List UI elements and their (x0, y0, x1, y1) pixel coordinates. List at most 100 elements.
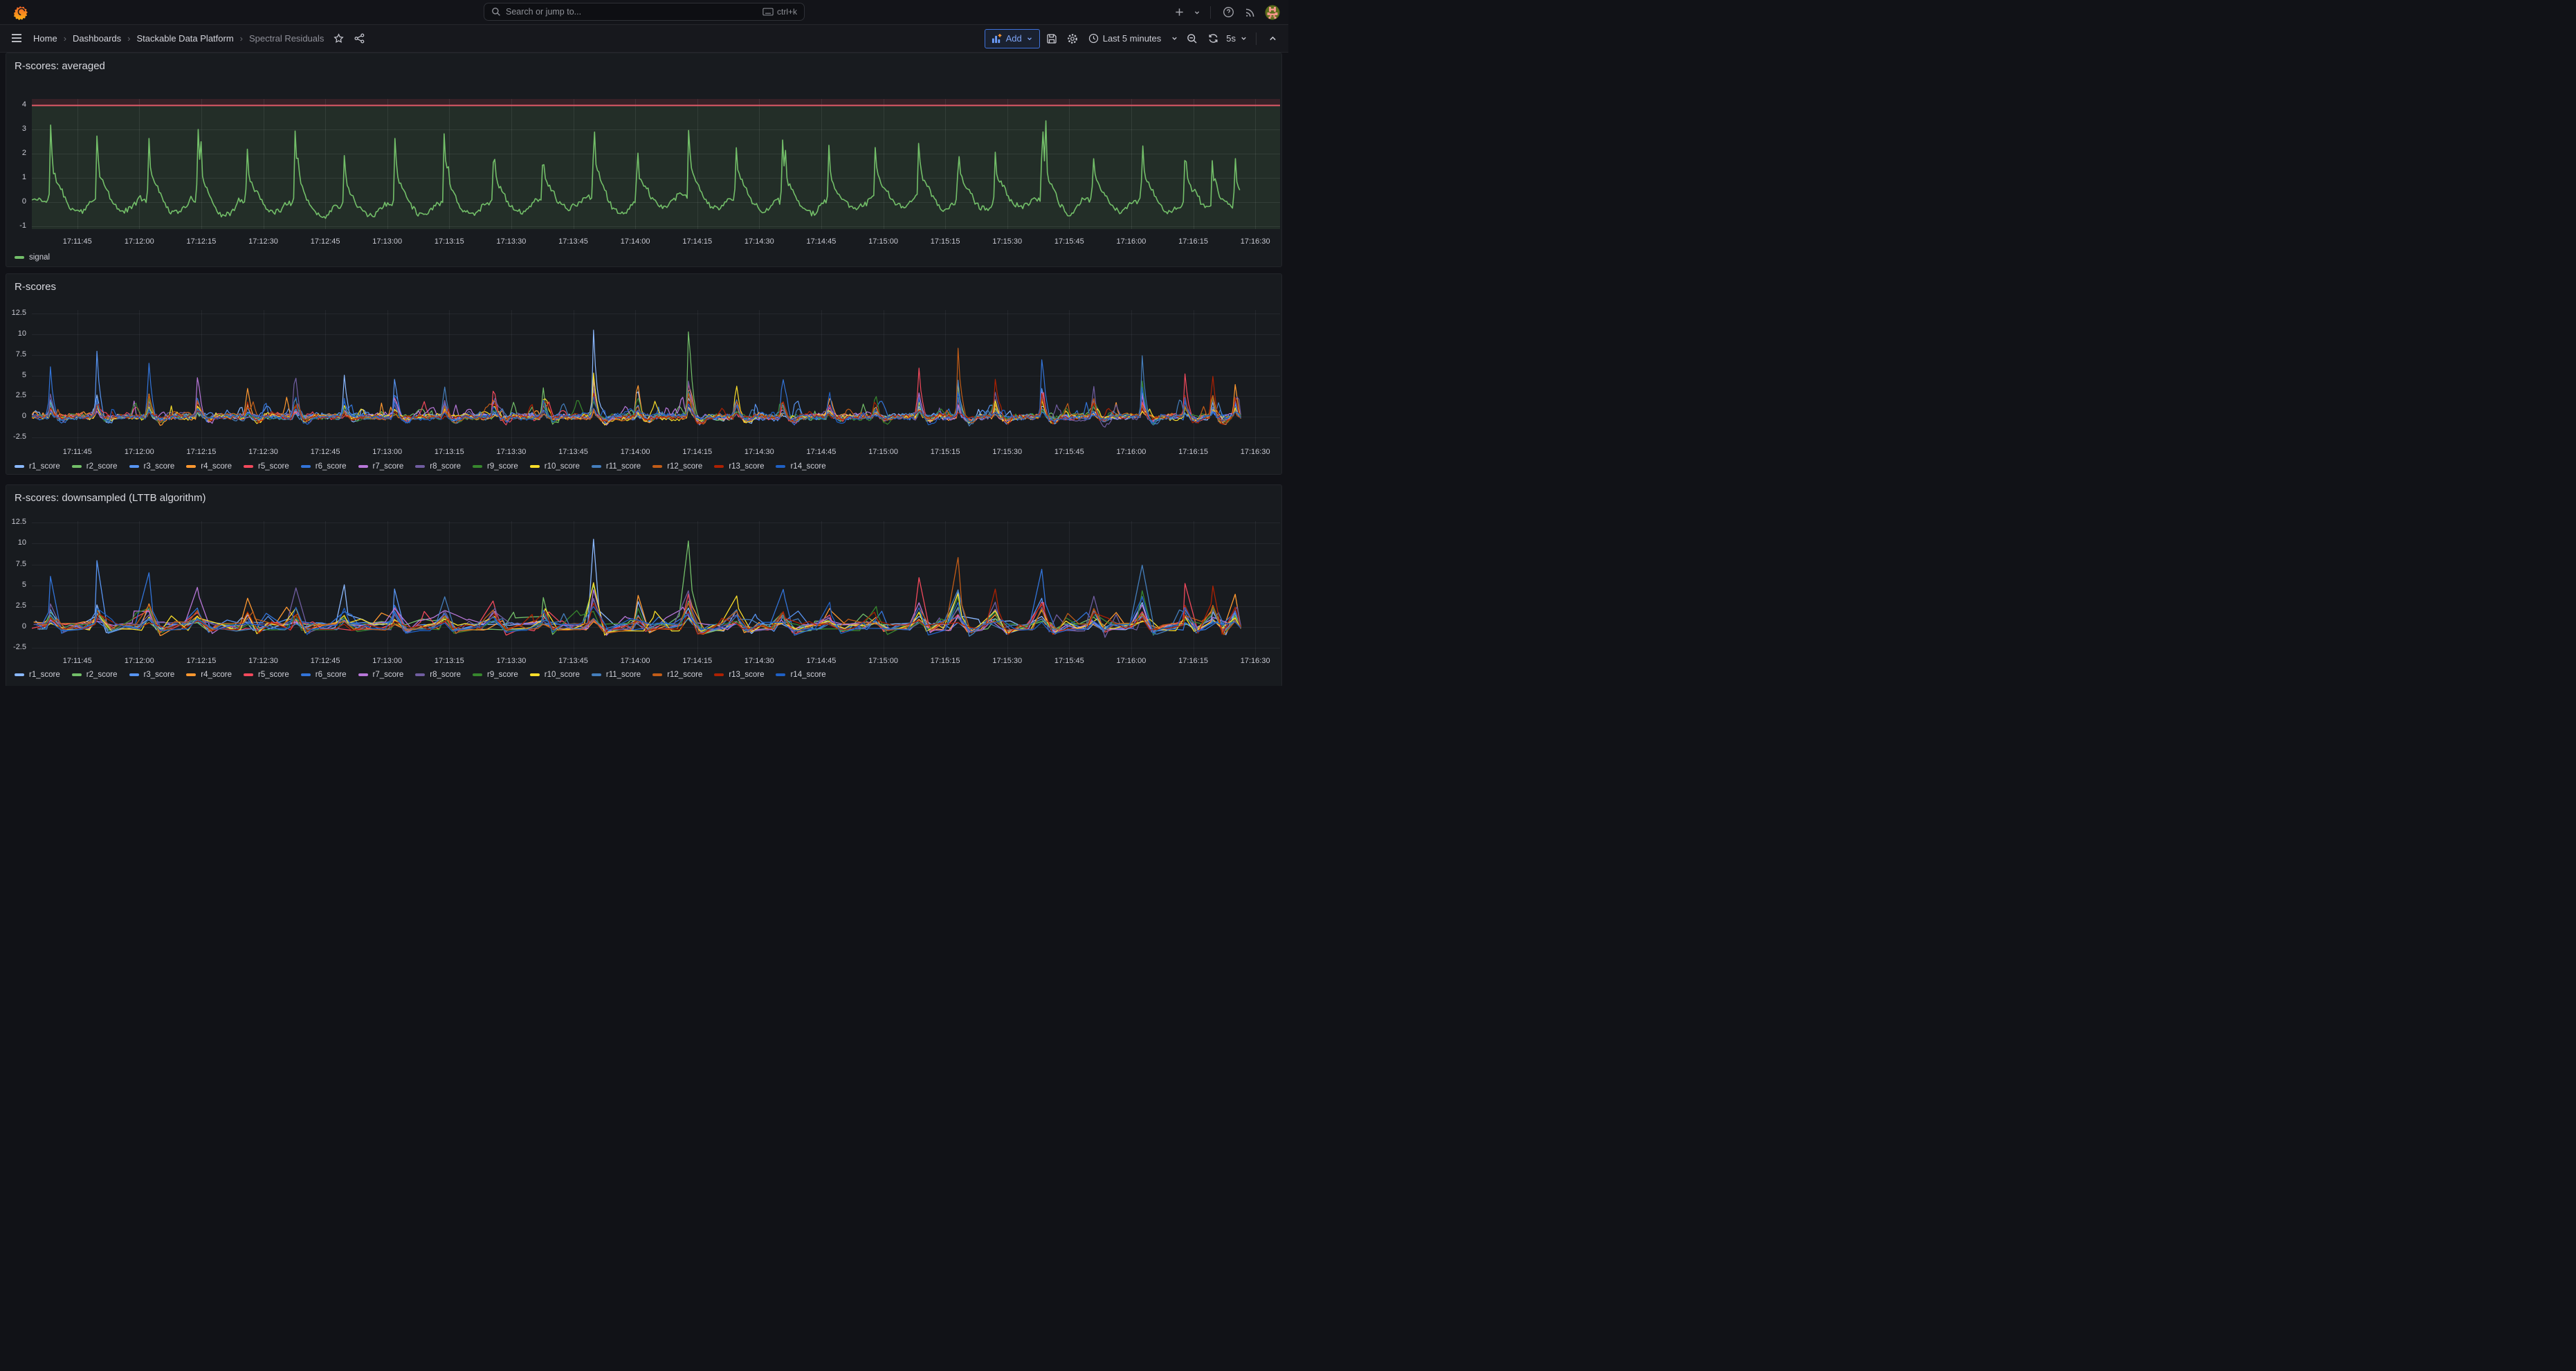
legend-label: r10_score (545, 462, 580, 471)
y-axis-tick-label: 0 (6, 622, 26, 630)
legend-item-r14_score[interactable]: r14_score (776, 462, 825, 471)
favorite-star-button[interactable] (329, 30, 347, 48)
legend-label: r4_score (201, 462, 232, 471)
legend-item-r7_score[interactable]: r7_score (358, 671, 404, 679)
legend-item-r7_score[interactable]: r7_score (358, 462, 404, 471)
legend-item-r2_score[interactable]: r2_score (72, 462, 118, 471)
legend-item-r11_score[interactable]: r11_score (592, 462, 641, 471)
panel-title[interactable]: R-scores (15, 281, 56, 293)
new-plus-button[interactable] (1170, 3, 1188, 21)
x-axis-tick-label: 17:16:15 (1178, 237, 1208, 246)
y-axis-tick-label: 3 (6, 125, 26, 133)
news-rss-button[interactable] (1241, 3, 1259, 21)
legend-item-signal[interactable]: signal (15, 253, 50, 262)
legend-item-r12_score[interactable]: r12_score (652, 671, 702, 679)
y-axis-tick-label: -2.5 (6, 433, 26, 441)
dashboard-settings-button[interactable] (1063, 30, 1081, 48)
x-axis-tick-label: 17:15:45 (1054, 448, 1084, 456)
legend-item-r6_score[interactable]: r6_score (301, 671, 347, 679)
legend-label: r14_score (790, 671, 825, 679)
legend-item-r9_score[interactable]: r9_score (473, 671, 518, 679)
x-axis-tick-label: 17:15:30 (992, 657, 1022, 665)
zoom-out-time-button[interactable] (1183, 30, 1201, 48)
legend-item-r4_score[interactable]: r4_score (186, 671, 232, 679)
x-axis-tick-label: 17:15:45 (1054, 237, 1084, 246)
x-axis-tick-label: 17:13:00 (372, 237, 402, 246)
time-range-picker[interactable]: Last 5 minutes (1084, 30, 1166, 48)
y-axis-tick-label: 5 (6, 581, 26, 589)
x-axis-tick-label: 17:12:30 (248, 237, 278, 246)
breadcrumb-home[interactable]: Home (33, 33, 57, 44)
x-axis-tick-label: 17:14:15 (682, 657, 712, 665)
legend-swatch (473, 673, 482, 676)
legend-swatch (186, 465, 196, 468)
legend-item-r4_score[interactable]: r4_score (186, 462, 232, 471)
legend-swatch (776, 465, 785, 468)
legend-item-r10_score[interactable]: r10_score (530, 671, 580, 679)
collapse-toolbar-button[interactable] (1263, 30, 1281, 48)
x-axis-tick-label: 17:15:30 (992, 237, 1022, 246)
y-axis-tick-label: 5 (6, 371, 26, 379)
legend-item-r8_score[interactable]: r8_score (415, 462, 461, 471)
search-input[interactable]: Search or jump to... ctrl+k (484, 3, 805, 21)
legend-item-r13_score[interactable]: r13_score (714, 462, 764, 471)
refresh-icon (1208, 33, 1218, 44)
x-axis-tick-label: 17:14:00 (621, 657, 650, 665)
y-axis-tick-label: 0 (6, 412, 26, 420)
legend-item-r14_score[interactable]: r14_score (776, 671, 825, 679)
x-axis-tick-label: 17:15:15 (931, 657, 960, 665)
x-axis-tick-label: 17:14:00 (621, 237, 650, 246)
legend-swatch (301, 465, 311, 468)
toolbar-right: Add Last 5 minutes (985, 25, 1281, 52)
timeseries-chart[interactable] (32, 310, 1280, 446)
refresh-interval-dropdown[interactable]: 5s (1225, 30, 1249, 48)
legend-item-r6_score[interactable]: r6_score (301, 462, 347, 471)
mega-menu-toggle[interactable] (10, 31, 24, 45)
legend-item-r8_score[interactable]: r8_score (415, 671, 461, 679)
legend-item-r10_score[interactable]: r10_score (530, 462, 580, 471)
legend-swatch (15, 465, 24, 468)
timeseries-chart[interactable] (32, 99, 1280, 229)
help-button[interactable] (1219, 3, 1237, 21)
legend-item-r5_score[interactable]: r5_score (244, 671, 289, 679)
legend-item-r11_score[interactable]: r11_score (592, 671, 641, 679)
legend-item-r1_score[interactable]: r1_score (15, 462, 60, 471)
legend-swatch (714, 673, 724, 676)
timeseries-chart[interactable] (32, 521, 1280, 657)
panel-title[interactable]: R-scores: averaged (15, 60, 105, 72)
legend-item-r3_score[interactable]: r3_score (129, 671, 175, 679)
x-axis-tick-label: 17:12:00 (125, 657, 154, 665)
save-dashboard-button[interactable] (1043, 30, 1061, 48)
legend-item-r1_score[interactable]: r1_score (15, 671, 60, 679)
time-range-chevron-down-icon[interactable] (1168, 30, 1180, 48)
grafana-logo-icon[interactable] (13, 3, 30, 20)
y-axis-tick-label: 12.5 (6, 309, 26, 317)
zoom-out-icon (1187, 33, 1198, 44)
refresh-interval-chevron-down-icon (1240, 35, 1248, 42)
refresh-button[interactable] (1204, 30, 1222, 48)
legend-swatch (72, 465, 82, 468)
panel-title[interactable]: R-scores: downsampled (LTTB algorithm) (15, 492, 205, 504)
user-avatar[interactable] (1263, 3, 1281, 21)
add-panel-button[interactable]: Add (985, 29, 1040, 48)
y-axis-tick-label: 12.5 (6, 518, 26, 526)
legend-item-r2_score[interactable]: r2_score (72, 671, 118, 679)
legend-item-r3_score[interactable]: r3_score (129, 462, 175, 471)
legend-item-r5_score[interactable]: r5_score (244, 462, 289, 471)
x-axis-tick-label: 17:14:15 (682, 448, 712, 456)
legend-swatch (358, 465, 368, 468)
share-button[interactable] (350, 30, 368, 48)
legend-swatch (592, 673, 601, 676)
legend-label: r6_score (316, 671, 347, 679)
x-axis-tick-label: 17:13:30 (497, 237, 527, 246)
breadcrumb-separator: › (127, 33, 130, 44)
y-axis-tick-label: 1 (6, 173, 26, 181)
new-menu-chevron-down-icon[interactable] (1192, 3, 1202, 21)
legend-item-r13_score[interactable]: r13_score (714, 671, 764, 679)
legend-item-r12_score[interactable]: r12_score (652, 462, 702, 471)
legend-item-r9_score[interactable]: r9_score (473, 462, 518, 471)
x-axis-tick-label: 17:16:30 (1241, 237, 1270, 246)
breadcrumb-folder[interactable]: Stackable Data Platform (136, 33, 233, 44)
x-axis-tick-label: 17:15:00 (868, 448, 898, 456)
breadcrumb-dashboards[interactable]: Dashboards (73, 33, 121, 44)
